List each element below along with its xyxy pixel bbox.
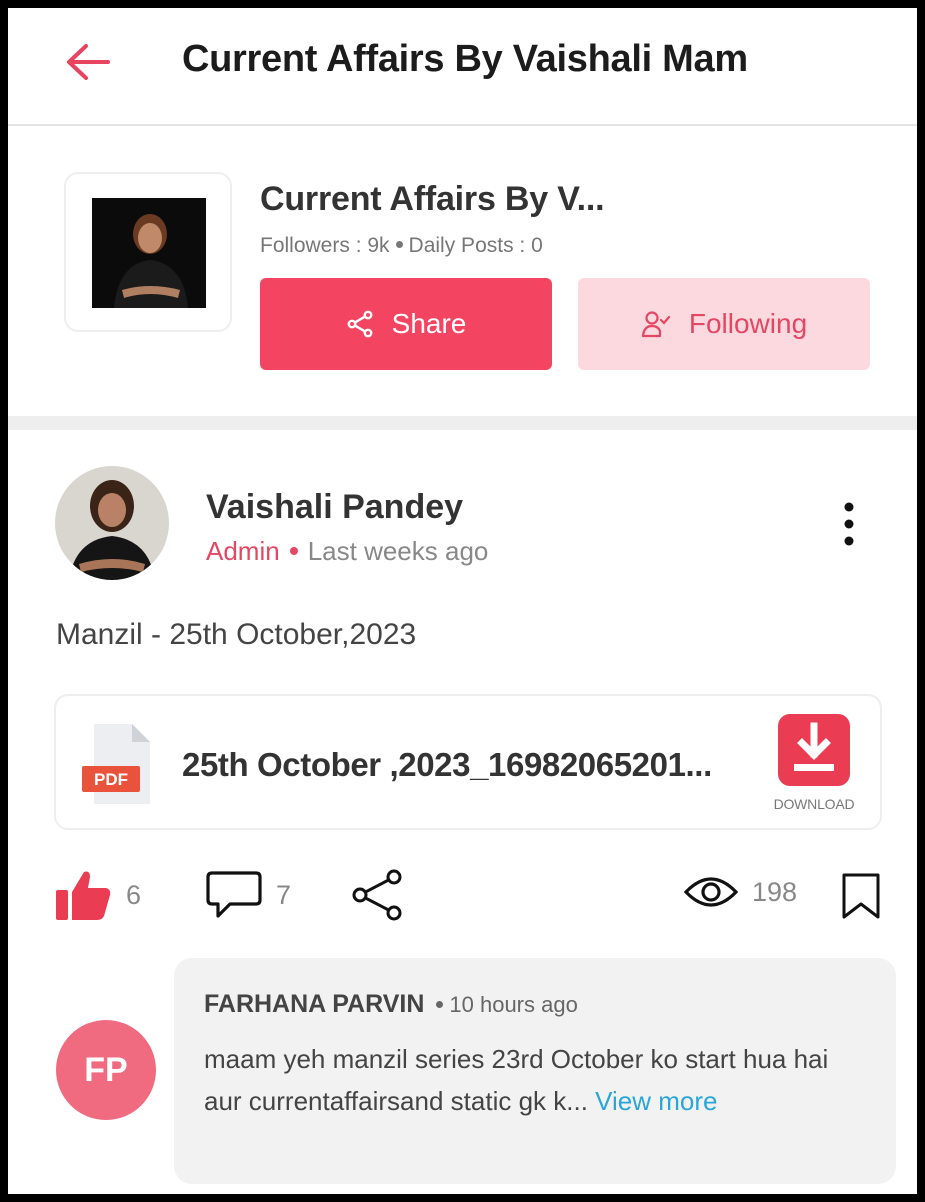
views-indicator: 198 (684, 874, 797, 910)
daily-posts-count: Daily Posts : 0 (408, 234, 543, 257)
post-meta: Admin Last weeks ago (206, 536, 488, 567)
following-button[interactable]: Following (578, 278, 870, 370)
channel-stats: Followers : 9k Daily Posts : 0 (260, 234, 543, 258)
more-options-icon[interactable] (834, 500, 864, 550)
separator-dot (289, 547, 298, 556)
channel-thumbnail[interactable] (64, 172, 232, 332)
views-count: 198 (752, 876, 798, 907)
post-text: Manzil - 25th October,2023 (56, 618, 417, 651)
channel-card: Current Affairs By V... Followers : 9k Da… (8, 128, 917, 423)
comments-count: 7 (276, 879, 292, 910)
share-button-label: Share (391, 308, 467, 339)
eye-icon (684, 877, 738, 907)
post-actions-bar: 6 7 198 (8, 864, 917, 934)
author-role-badge: Admin (206, 536, 280, 566)
app-screen: Current Affairs By Vaishali Mam Current … (8, 8, 917, 1194)
like-button[interactable]: 6 (54, 868, 141, 922)
commenter-name[interactable]: FARHANA PARVIN (204, 990, 424, 1018)
pdf-type-label: PDF (94, 770, 128, 789)
view-more-link[interactable]: View more (595, 1086, 717, 1116)
bookmark-icon[interactable] (840, 872, 882, 920)
page-title: Current Affairs By Vaishali Mam (182, 38, 748, 80)
post-author-name[interactable]: Vaishali Pandey (206, 488, 463, 527)
comment-time: 10 hours ago (449, 992, 578, 1017)
user-check-icon (641, 311, 670, 338)
section-divider (8, 416, 917, 430)
comment-body: maam yeh manzil series 23rd October ko s… (204, 1044, 829, 1116)
comment-header: FARHANA PARVIN 10 hours ago (204, 990, 578, 1019)
comment-text: maam yeh manzil series 23rd October ko s… (204, 1038, 844, 1122)
likes-count: 6 (126, 879, 142, 910)
back-arrow-icon[interactable] (64, 42, 110, 82)
comment-bubble: FARHANA PARVIN 10 hours ago maam yeh manz… (174, 958, 896, 1184)
attachment-filename: 25th October ,2023_16982065201... (182, 746, 712, 783)
thumbs-up-icon (56, 871, 111, 920)
pdf-attachment[interactable]: PDF 25th October ,2023_16982065201... DO… (54, 694, 882, 830)
share-icon (347, 310, 373, 338)
followers-count: Followers : 9k (260, 234, 390, 257)
separator-dot (395, 241, 403, 249)
app-bar: Current Affairs By Vaishali Mam (8, 8, 917, 126)
share-button[interactable]: Share (260, 278, 552, 370)
share-post-icon[interactable] (350, 868, 406, 922)
channel-name: Current Affairs By V... (260, 180, 605, 218)
post-time: Last weeks ago (307, 536, 489, 566)
pdf-file-icon: PDF (82, 724, 150, 804)
commenter-avatar[interactable]: FP (56, 1020, 156, 1120)
channel-photo (92, 198, 206, 308)
download-label[interactable]: DOWNLOAD (768, 796, 860, 812)
download-icon[interactable] (778, 714, 850, 786)
following-button-label: Following (688, 308, 808, 339)
comment-icon (206, 871, 262, 918)
author-avatar[interactable] (55, 466, 169, 580)
separator-dot (436, 1001, 444, 1009)
comment-button[interactable]: 7 (206, 870, 291, 920)
